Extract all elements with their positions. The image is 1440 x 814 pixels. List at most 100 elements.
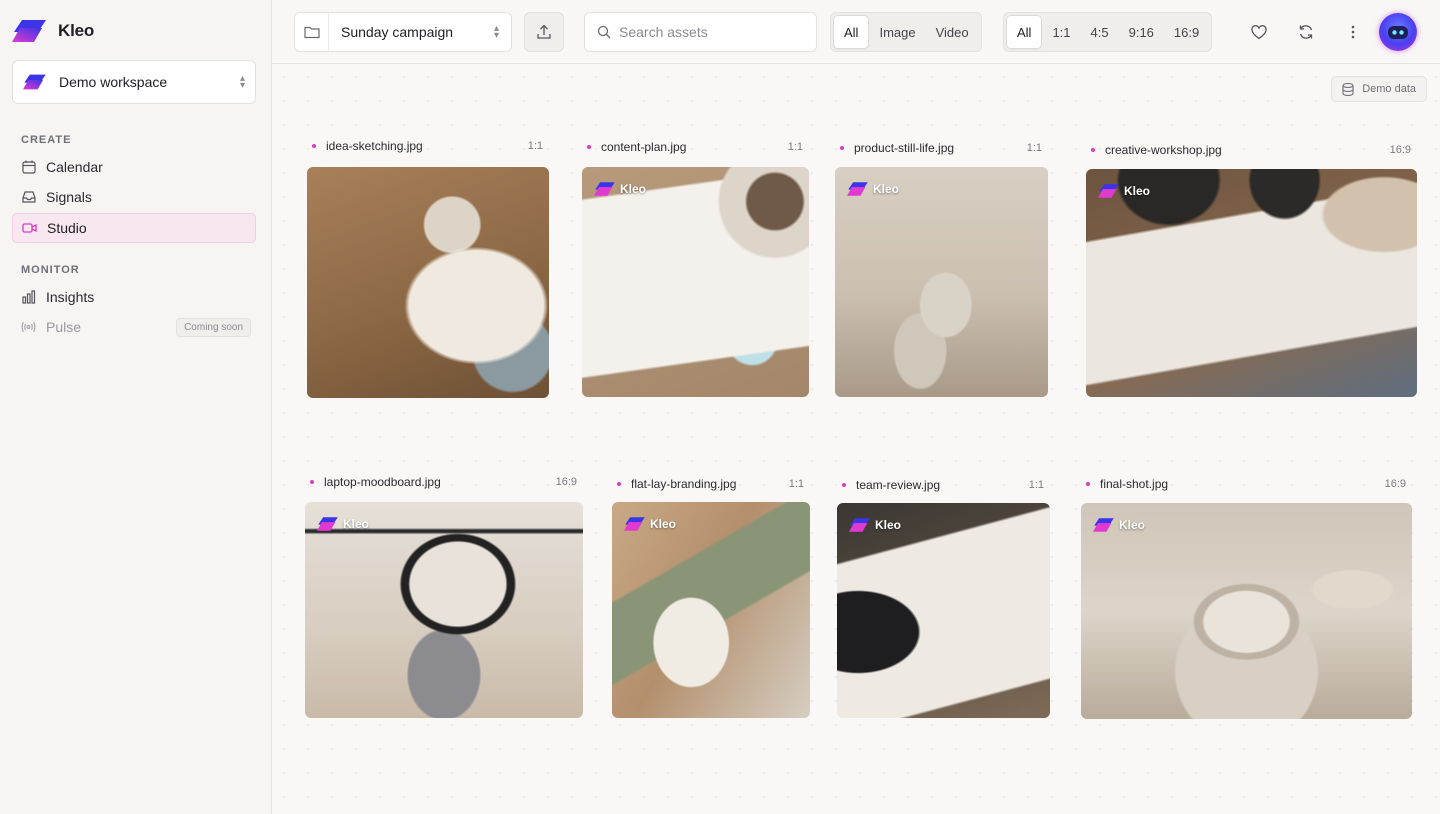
ratio-filter-all[interactable]: All <box>1006 15 1043 49</box>
favorites-button[interactable] <box>1247 20 1271 44</box>
heart-icon <box>1251 24 1267 39</box>
more-vertical-icon <box>1351 25 1355 39</box>
status-dot <box>1091 148 1095 152</box>
asset-card[interactable]: creative-workshop.jpg 16:9 Kleo <box>1086 141 1417 397</box>
asset-thumbnail: Kleo <box>837 503 1050 718</box>
search-icon <box>597 25 611 39</box>
folder-icon <box>295 13 329 51</box>
watermark: Kleo <box>624 516 676 532</box>
search-box[interactable] <box>584 12 817 52</box>
asset-header: idea-sketching.jpg 1:1 <box>307 137 549 155</box>
avatar[interactable] <box>1379 13 1417 51</box>
status-dot <box>1086 482 1090 486</box>
asset-card[interactable]: final-shot.jpg 16:9 Kleo <box>1081 475 1412 719</box>
watermark-label: Kleo <box>620 182 647 196</box>
database-icon <box>1342 82 1354 96</box>
asset-filename: flat-lay-branding.jpg <box>631 477 737 491</box>
refresh-button[interactable] <box>1294 20 1318 44</box>
watermark-label: Kleo <box>1119 518 1146 532</box>
bot-icon <box>1388 26 1408 39</box>
watermark-label: Kleo <box>1124 184 1151 198</box>
asset-card[interactable]: flat-lay-branding.jpg 1:1 Kleo <box>612 475 810 718</box>
workspace-logo-icon <box>23 74 46 90</box>
section-title-create: CREATE <box>21 134 72 146</box>
more-menu-button[interactable] <box>1341 20 1365 44</box>
demo-data-label: Demo data <box>1362 83 1416 95</box>
asset-header: team-review.jpg 1:1 <box>837 476 1050 494</box>
type-filter-image[interactable]: Image <box>869 15 925 49</box>
kleo-logo-icon <box>1098 184 1119 198</box>
asset-card[interactable]: idea-sketching.jpg 1:1 <box>307 137 549 398</box>
asset-card[interactable]: content-plan.jpg 1:1 Kleo <box>582 138 809 397</box>
watermark: Kleo <box>317 516 369 532</box>
asset-ratio: 1:1 <box>787 141 803 153</box>
ratio-filter-1-1[interactable]: 1:1 <box>1042 15 1080 49</box>
sidebar-item-label: Calendar <box>46 159 103 175</box>
watermark: Kleo <box>1093 517 1145 533</box>
kleo-logo-icon <box>847 182 868 196</box>
kleo-logo-icon <box>12 20 46 42</box>
ratio-filter-4-5[interactable]: 4:5 <box>1081 15 1119 49</box>
status-dot <box>312 144 316 148</box>
asset-filename: laptop-moodboard.jpg <box>324 475 441 489</box>
watermark-label: Kleo <box>650 517 677 531</box>
status-dot <box>617 482 621 486</box>
asset-card[interactable]: product-still-life.jpg 1:1 Kleo <box>835 139 1048 397</box>
asset-thumbnail: Kleo <box>835 167 1048 397</box>
bar-chart-icon <box>21 290 36 305</box>
asset-ratio: 1:1 <box>527 140 543 152</box>
asset-thumbnail: Kleo <box>1086 169 1417 397</box>
type-filter-video[interactable]: Video <box>926 15 979 49</box>
status-dot <box>840 146 844 150</box>
watermark-label: Kleo <box>875 518 902 532</box>
kleo-logo-icon <box>624 517 645 531</box>
kleo-logo-icon <box>849 518 870 532</box>
asset-filename: content-plan.jpg <box>601 140 687 154</box>
asset-thumbnail: Kleo <box>1081 503 1412 719</box>
demo-data-badge[interactable]: Demo data <box>1331 76 1427 102</box>
calendar-icon <box>21 160 36 175</box>
topbar: Sunday campaign ▴▾ All Image Video All 1… <box>272 0 1440 64</box>
watermark: Kleo <box>594 181 646 197</box>
asset-filename: idea-sketching.jpg <box>326 139 423 153</box>
asset-ratio: 1:1 <box>1026 142 1042 154</box>
status-dot <box>310 480 314 484</box>
asset-card[interactable]: team-review.jpg 1:1 Kleo <box>837 476 1050 718</box>
sidebar-item-insights[interactable]: Insights <box>12 282 256 312</box>
asset-thumbnail: Kleo <box>582 167 809 397</box>
asset-thumbnail <box>307 167 549 398</box>
kleo-logo-icon <box>1093 518 1114 532</box>
sidebar-item-signals[interactable]: Signals <box>12 182 256 212</box>
broadcast-icon <box>21 320 36 335</box>
type-filter: All Image Video <box>830 12 982 52</box>
type-filter-all[interactable]: All <box>833 15 870 49</box>
sidebar-item-calendar[interactable]: Calendar <box>12 152 256 182</box>
upload-button[interactable] <box>524 12 564 52</box>
video-icon <box>22 221 37 236</box>
inbox-icon <box>21 190 36 205</box>
refresh-icon <box>1299 25 1313 39</box>
brand[interactable]: Kleo <box>12 18 94 44</box>
asset-header: final-shot.jpg 16:9 <box>1081 475 1412 493</box>
watermark: Kleo <box>1098 183 1150 199</box>
search-input[interactable] <box>619 24 799 40</box>
asset-ratio: 16:9 <box>1389 144 1411 156</box>
sidebar-item-pulse: Pulse Coming soon <box>12 312 256 342</box>
asset-card[interactable]: laptop-moodboard.jpg 16:9 Kleo <box>305 473 583 718</box>
sidebar: Kleo Demo workspace ▴ ▾ CREATE Calendar S… <box>0 0 272 814</box>
ratio-filter-9-16[interactable]: 9:16 <box>1119 15 1164 49</box>
sidebar-item-studio[interactable]: Studio <box>12 213 256 243</box>
brand-name: Kleo <box>58 21 95 40</box>
coming-soon-badge: Coming soon <box>176 318 251 337</box>
chevron-updown-icon: ▴ ▾ <box>493 23 499 41</box>
sidebar-item-label: Studio <box>47 220 87 236</box>
ratio-filter-16-9[interactable]: 16:9 <box>1164 15 1209 49</box>
asset-filename: creative-workshop.jpg <box>1105 143 1222 157</box>
asset-ratio: 16:9 <box>555 476 577 488</box>
workspace-switcher[interactable]: Demo workspace ▴ ▾ <box>12 60 256 104</box>
asset-ratio: 1:1 <box>788 478 804 490</box>
campaign-selector[interactable]: Sunday campaign ▴ ▾ <box>294 12 512 52</box>
watermark-label: Kleo <box>343 517 370 531</box>
campaign-label: Sunday campaign <box>341 24 454 40</box>
status-dot <box>587 145 591 149</box>
